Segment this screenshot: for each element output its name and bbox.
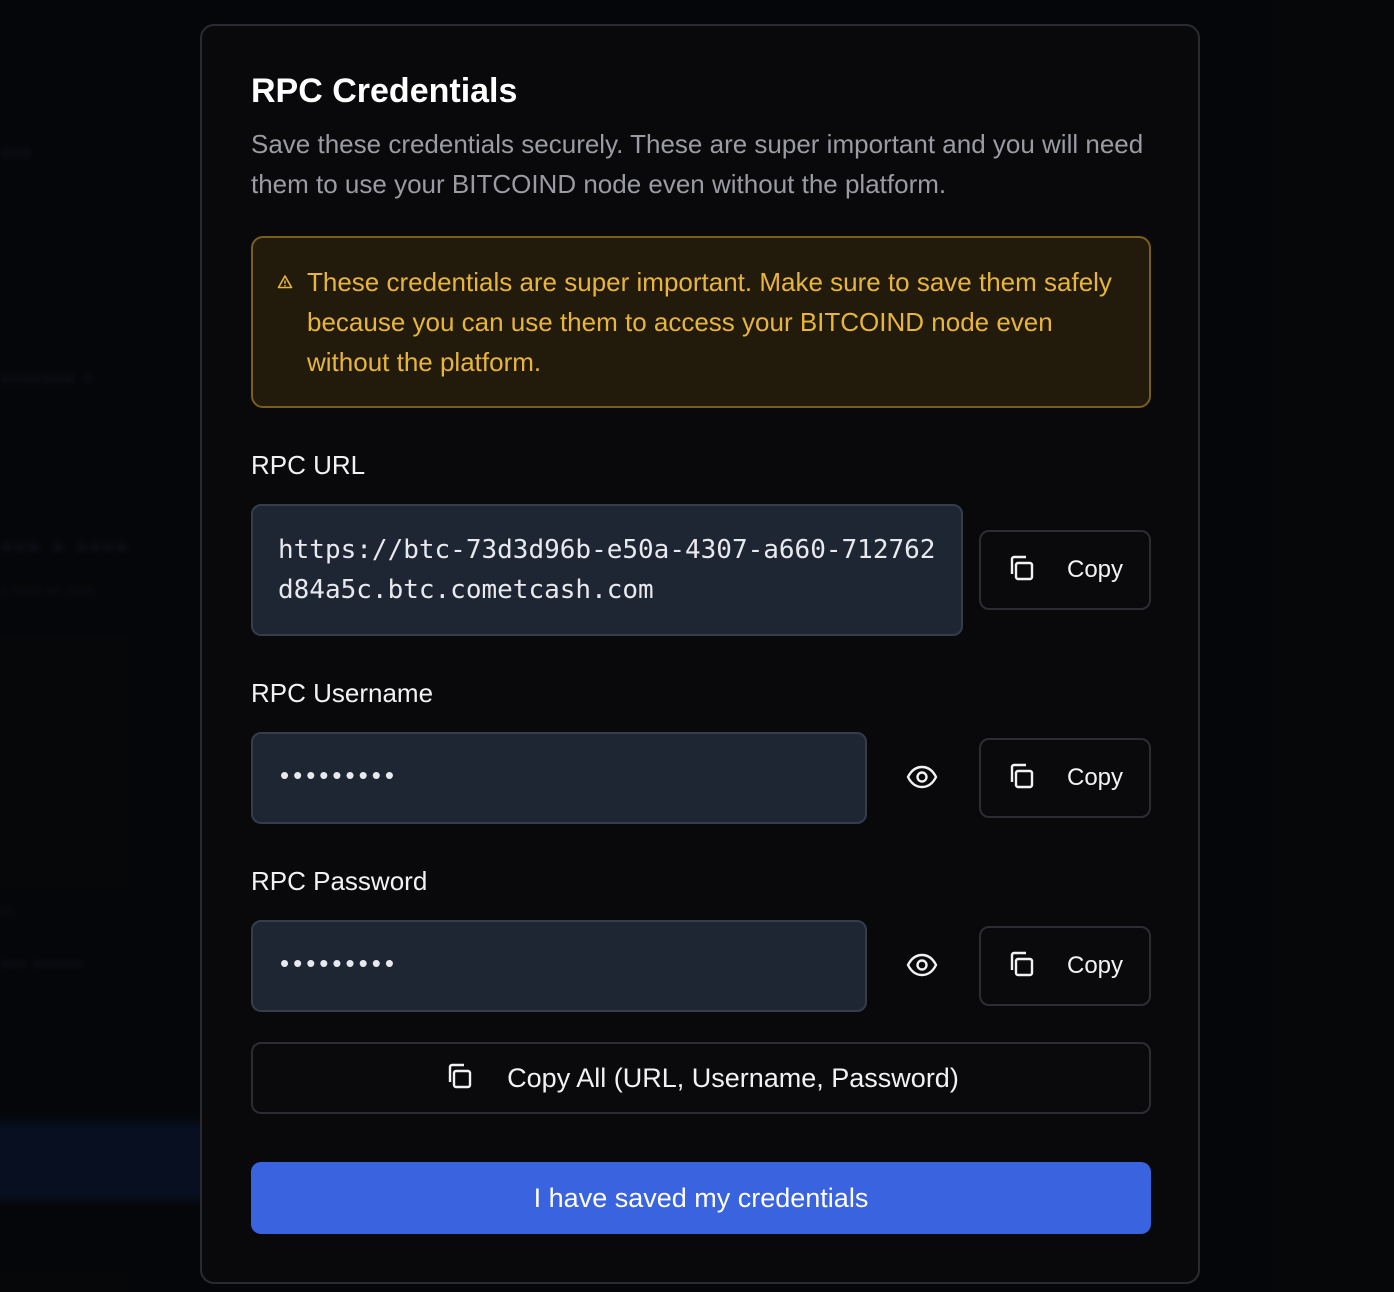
copy-url-button[interactable]: Copy bbox=[979, 530, 1151, 610]
rpc-password-field[interactable]: ••••••••• bbox=[251, 920, 867, 1012]
copy-icon bbox=[443, 1060, 475, 1097]
copy-username-label: Copy bbox=[1067, 764, 1124, 791]
rpc-url-field[interactable]: https://btc-73d3d96b-e50a-4307-a660-7127… bbox=[251, 504, 963, 636]
alert-triangle-icon bbox=[277, 274, 293, 290]
copy-icon bbox=[1005, 552, 1037, 589]
warning-text: These credentials are super important. M… bbox=[307, 267, 1112, 377]
copy-all-label: Copy All (URL, Username, Password) bbox=[507, 1062, 959, 1093]
show-password-eye-icon[interactable] bbox=[904, 947, 940, 983]
rpc-username-field[interactable]: ••••••••• bbox=[251, 732, 867, 824]
warning-alert: These credentials are super important. M… bbox=[251, 236, 1151, 408]
rpc-username-label: RPC Username bbox=[251, 678, 434, 708]
copy-password-button[interactable]: Copy bbox=[979, 926, 1151, 1006]
dialog-title: RPC Credentials bbox=[251, 72, 518, 110]
rpc-password-masked-value: ••••••••• bbox=[280, 948, 398, 978]
copy-icon bbox=[1005, 948, 1037, 985]
rpc-url-label: RPC URL bbox=[251, 450, 366, 480]
show-username-eye-icon[interactable] bbox=[904, 759, 940, 795]
rpc-url-value: https://btc-73d3d96b-e50a-4307-a660-7127… bbox=[278, 535, 936, 605]
copy-password-label: Copy bbox=[1067, 952, 1124, 979]
copy-icon bbox=[1005, 760, 1037, 797]
confirm-saved-button[interactable]: I have saved my credentials bbox=[251, 1162, 1151, 1234]
copy-all-button[interactable]: Copy All (URL, Username, Password) bbox=[251, 1042, 1151, 1114]
copy-url-label: Copy bbox=[1067, 556, 1124, 583]
rpc-credentials-dialog: RPC Credentials Save these credentials s… bbox=[200, 24, 1200, 1284]
copy-username-button[interactable]: Copy bbox=[979, 738, 1151, 818]
dialog-subtitle: Save these credentials securely. These a… bbox=[251, 129, 1144, 199]
rpc-username-masked-value: ••••••••• bbox=[280, 760, 398, 790]
rpc-password-label: RPC Password bbox=[251, 866, 428, 896]
